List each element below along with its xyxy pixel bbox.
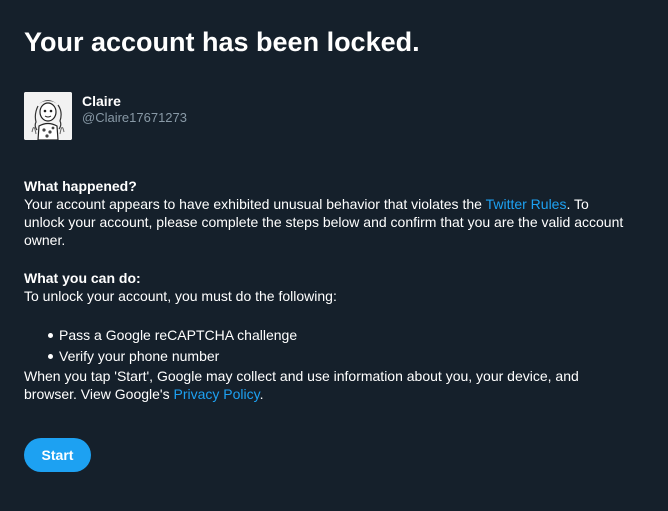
user-display-name: Claire (82, 93, 121, 109)
list-item: Verify your phone number (48, 347, 297, 368)
google-notice-end: . (259, 386, 264, 402)
twitter-rules-link[interactable]: Twitter Rules (486, 196, 567, 212)
what-happened-heading: What happened? (24, 178, 137, 194)
what-you-can-do-heading: What you can do: (24, 270, 141, 286)
avatar (24, 92, 72, 140)
start-button[interactable]: Start (24, 438, 91, 472)
privacy-policy-link[interactable]: Privacy Policy (174, 386, 260, 402)
what-happened-section: What happened? Your account appears to h… (24, 177, 624, 249)
what-happened-text: Your account appears to have exhibited u… (24, 195, 624, 249)
cartoon-avatar-icon (24, 92, 72, 140)
what-you-can-do-intro: To unlock your account, you must do the … (24, 288, 337, 304)
what-happened-text-start: Your account appears to have exhibited u… (24, 196, 486, 212)
google-notice: When you tap 'Start', Google may collect… (24, 367, 624, 403)
steps-list: Pass a Google reCAPTCHA challenge Verify… (48, 326, 297, 368)
page-title: Your account has been locked. (24, 27, 420, 57)
google-notice-text: When you tap 'Start', Google may collect… (24, 368, 579, 402)
what-you-can-do-section: What you can do: To unlock your account,… (24, 269, 624, 305)
user-info: Claire @Claire17671273 (24, 92, 187, 140)
user-handle: @Claire17671273 (82, 110, 187, 125)
list-item: Pass a Google reCAPTCHA challenge (48, 326, 297, 347)
